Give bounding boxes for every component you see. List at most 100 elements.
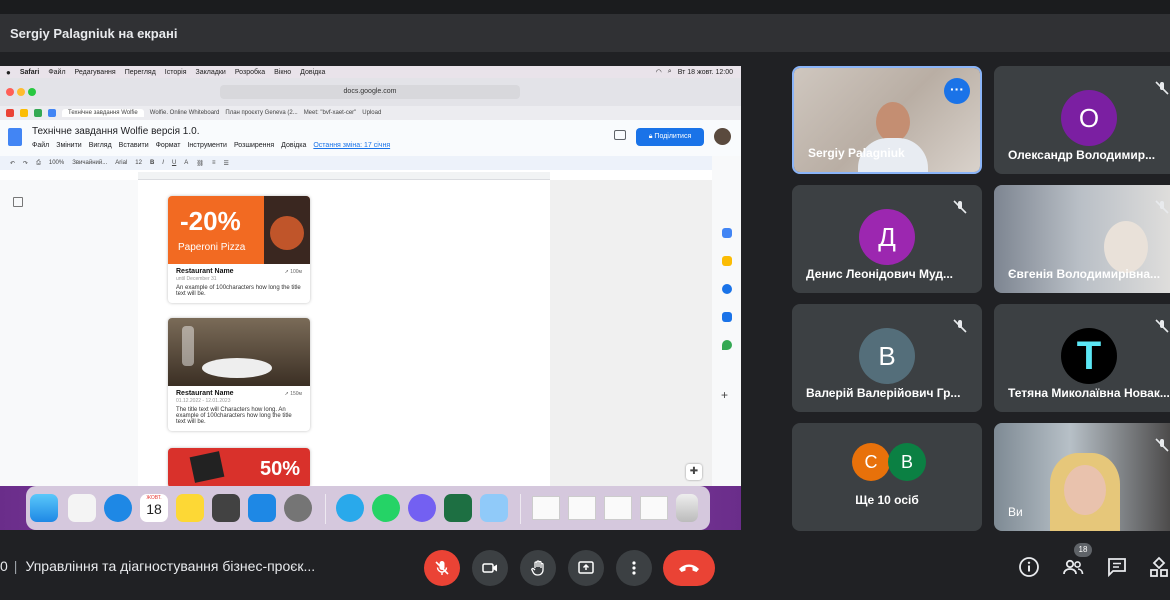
present-screen-button[interactable] xyxy=(568,550,604,586)
participant-tile[interactable]: Т Тетяна Миколаївна Новак... xyxy=(994,304,1170,412)
minimized-window-2 xyxy=(568,496,596,520)
people-icon xyxy=(1063,559,1084,575)
docs-icon xyxy=(48,109,56,117)
style-select: Звичайний... xyxy=(72,160,108,166)
more-options-button[interactable] xyxy=(616,550,652,586)
add-addon-icon: + xyxy=(721,388,729,402)
link-icon: ⛓ xyxy=(196,160,204,167)
person-head xyxy=(1104,221,1148,273)
raise-hand-button[interactable] xyxy=(520,550,556,586)
menubar-item-file: Файл xyxy=(48,68,66,76)
browser-tab-wolfie: Wolfie. Online Whiteboard xyxy=(149,110,220,116)
telegram-icon xyxy=(336,494,364,522)
italic-icon: I xyxy=(162,160,164,166)
menubar-item-view: Перегляд xyxy=(124,68,156,76)
card-subtitle: 01.12.2022 - 12.01.2023 xyxy=(176,398,231,404)
info-icon xyxy=(1019,557,1039,577)
participant-avatar: О xyxy=(1061,90,1117,146)
participant-tile[interactable]: Євгенія Володимирівна... xyxy=(994,185,1170,293)
plate-image xyxy=(202,358,272,378)
sheets-icon xyxy=(34,109,42,117)
apple-icon: ● xyxy=(6,67,11,77)
docs-menu-edit: Змінити xyxy=(56,142,82,149)
participant-avatar: В xyxy=(888,443,926,481)
whatsapp-icon xyxy=(372,494,400,522)
docs-menu-insert: Вставити xyxy=(118,142,149,149)
mic-off-icon xyxy=(1154,199,1170,215)
app-store-icon xyxy=(248,494,276,522)
chat-button[interactable] xyxy=(1106,556,1128,578)
participant-tile[interactable]: Д Денис Леонідович Муд... xyxy=(792,185,982,293)
top-strip xyxy=(0,0,1170,14)
microphone-toggle-button[interactable] xyxy=(424,550,460,586)
participant-avatar: В xyxy=(859,328,915,384)
card-distance: ➚ 100м xyxy=(285,269,302,275)
menubar-item-develop: Розробка xyxy=(234,68,266,76)
excel-icon xyxy=(444,494,472,522)
safari-icon xyxy=(104,494,132,522)
address-bar: docs.google.com xyxy=(220,85,520,99)
zoom-window-icon xyxy=(28,88,36,96)
camera-toggle-button[interactable] xyxy=(472,550,508,586)
finder-icon xyxy=(30,494,58,522)
docs-menu-format: Формат xyxy=(155,142,181,149)
participant-name: Ви xyxy=(1008,505,1023,519)
docs-ruler xyxy=(138,172,550,180)
more-options-button[interactable]: ··· xyxy=(944,78,970,104)
minimized-window-4 xyxy=(640,496,668,520)
participant-avatar: С xyxy=(852,443,890,481)
wifi-icon: ◠ xyxy=(655,69,662,76)
more-participants-tile[interactable]: С В Ще 10 осіб xyxy=(792,423,982,531)
search-icon: ⌕ xyxy=(667,68,672,75)
participant-tile[interactable]: В Валерій Валерійович Гр... xyxy=(792,304,982,412)
explore-icon: ✚ xyxy=(686,464,702,480)
meeting-info: 0 | Управління та діагностування бізнес-пр… xyxy=(0,558,315,574)
participant-avatar: Д xyxy=(859,209,915,265)
card-body: Restaurant Name ➚ 100м until December 31… xyxy=(168,264,310,303)
font-select: Arial xyxy=(115,160,128,166)
mic-off-icon xyxy=(1154,437,1170,453)
dock-separator xyxy=(325,494,326,524)
menubar-item-help: Довідка xyxy=(300,68,326,76)
more-participants-avatars: С В xyxy=(852,443,932,483)
cinema-card: 50% xyxy=(168,448,310,488)
close-window-icon xyxy=(6,88,14,96)
leave-call-button[interactable] xyxy=(663,550,715,586)
self-tile[interactable]: Ви xyxy=(994,423,1170,531)
promo-name: Paperoni Pizza xyxy=(178,242,246,253)
participant-name: Євгенія Володимирівна... xyxy=(1008,267,1161,281)
card-body: Restaurant Name ➚ 150м 01.12.2022 - 12.0… xyxy=(168,386,310,431)
menubar-item-safari: Safari xyxy=(19,68,40,76)
menubar-item-window: Вікно xyxy=(274,68,292,76)
participant-tile-presenter[interactable]: ··· Sergiy Palagniuk xyxy=(792,66,982,174)
meeting-title: Управління та діагностування бізнес-проє… xyxy=(25,558,316,574)
calendar-addon-icon xyxy=(722,228,732,238)
mac-menubar: ● Safari Файл Редагування Перегляд Істор… xyxy=(0,66,741,78)
activities-icon xyxy=(1150,556,1168,577)
wine-glass-image xyxy=(182,326,194,366)
participant-name: Валерій Валерійович Гр... xyxy=(806,386,961,400)
docs-side-panel: + xyxy=(712,156,741,486)
docs-menu-help: Довідка xyxy=(281,142,307,149)
people-button[interactable] xyxy=(1062,556,1084,578)
person-head xyxy=(876,102,910,142)
presenter-header: Sergiy Palagniuk на екрані xyxy=(0,14,1170,52)
promo-image: -20% Paperoni Pizza xyxy=(168,196,310,264)
card-distance-value: 150м xyxy=(290,391,302,397)
activities-button[interactable] xyxy=(1148,556,1170,578)
mic-off-icon xyxy=(952,318,968,334)
present-icon xyxy=(578,561,594,574)
cinema-image: 50% xyxy=(168,448,310,488)
promo-percent: 50% xyxy=(259,458,300,480)
maps-addon-icon xyxy=(722,340,732,350)
viber-icon xyxy=(408,494,436,522)
participant-tile[interactable]: О Олександр Володимир... xyxy=(994,66,1170,174)
pizza-image xyxy=(264,196,310,264)
participant-name: Олександр Володимир... xyxy=(1008,148,1156,162)
undo-icon: ↶ xyxy=(10,160,16,167)
zoom-select: 100% xyxy=(48,160,65,166)
hand-icon xyxy=(531,560,544,576)
menubar-clock: Вт 18 жовт. 12:00 xyxy=(677,68,733,76)
text-color-icon: A xyxy=(184,160,189,166)
meeting-details-button[interactable] xyxy=(1018,556,1040,578)
